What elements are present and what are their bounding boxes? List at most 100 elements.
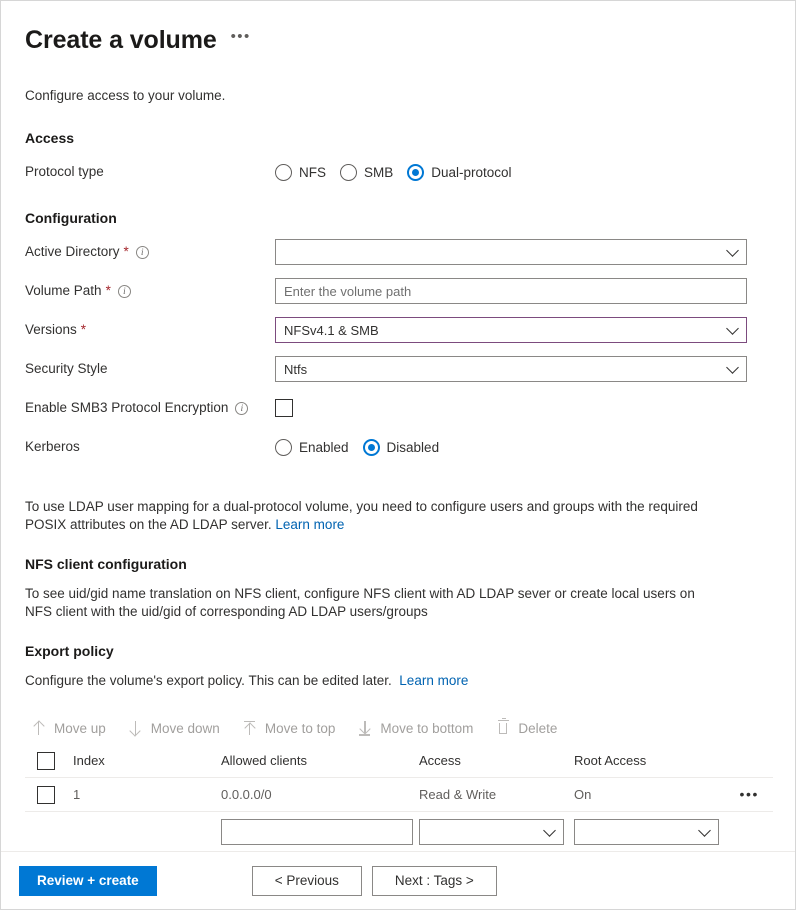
new-row-access-dropdown[interactable] xyxy=(419,818,564,845)
security-style-dropdown[interactable]: Ntfs xyxy=(275,356,747,382)
move-to-bottom-label: Move to bottom xyxy=(380,720,474,736)
radio-circle-icon xyxy=(340,163,357,181)
radio-circle-selected-icon xyxy=(407,163,425,181)
move-down-label: Move down xyxy=(150,720,220,736)
more-options-icon[interactable]: ••• xyxy=(231,29,251,49)
move-down-button[interactable]: Move down xyxy=(128,720,220,736)
create-volume-blade: Create a volume ••• Configure access to … xyxy=(0,0,796,910)
row-actions-cell: ••• xyxy=(724,786,773,804)
versions-value: NFSv4.1 & SMB xyxy=(284,322,379,338)
volume-path-label: Volume Path xyxy=(25,283,102,298)
previous-button[interactable]: < Previous xyxy=(251,865,362,896)
new-row-allowed-clients-input[interactable] xyxy=(221,818,413,845)
column-header-index: Index xyxy=(73,753,105,768)
protocol-type-control: NFS SMB Dual-protocol xyxy=(275,163,771,181)
protocol-type-label-wrap: Protocol type xyxy=(25,163,275,181)
delete-button[interactable]: Delete xyxy=(495,717,558,736)
section-export-policy-title: Export policy xyxy=(25,643,114,659)
column-header-allowed-clients: Allowed clients xyxy=(221,753,307,768)
radio-protocol-nfs[interactable]: NFS xyxy=(275,163,326,181)
column-header-access: Access xyxy=(419,753,461,768)
section-configuration-title: Configuration xyxy=(25,210,117,226)
versions-control: NFSv4.1 & SMB xyxy=(275,317,771,343)
kerberos-radio-group: Enabled Disabled xyxy=(275,438,771,456)
versions-label-wrap: Versions * xyxy=(25,321,275,339)
ldap-learn-more-link[interactable]: Learn more xyxy=(275,517,344,532)
info-icon[interactable]: i xyxy=(117,284,131,298)
required-asterisk: * xyxy=(105,283,111,298)
export-policy-learn-more-link[interactable]: Learn more xyxy=(399,673,468,688)
chevron-down-icon xyxy=(698,823,711,837)
smb3-encryption-control xyxy=(275,399,771,417)
required-asterisk: * xyxy=(123,244,129,259)
export-policy-table: Index Allowed clients Access Root Access… xyxy=(25,744,773,852)
radio-label: SMB xyxy=(364,164,394,180)
page-title: Create a volume xyxy=(25,26,217,54)
arrow-to-bottom-icon xyxy=(357,720,373,736)
kerberos-label: Kerberos xyxy=(25,439,80,454)
active-directory-row: Active Directory * i xyxy=(25,239,771,265)
volume-path-control: Enter the volume path xyxy=(275,278,771,304)
move-to-top-label: Move to top xyxy=(264,720,336,736)
section-access-title: Access xyxy=(25,130,75,146)
radio-label: Dual-protocol xyxy=(431,164,512,180)
radio-label: Disabled xyxy=(386,439,440,455)
move-up-button[interactable]: Move up xyxy=(31,720,106,736)
next-tags-button[interactable]: Next : Tags > xyxy=(371,865,497,896)
radio-circle-selected-icon xyxy=(362,438,380,456)
versions-dropdown[interactable]: NFSv4.1 & SMB xyxy=(275,317,747,343)
required-asterisk: * xyxy=(80,322,87,337)
blade-body: Configure access to your volume. Access … xyxy=(1,87,795,852)
select-all-checkbox[interactable] xyxy=(37,751,55,770)
move-to-top-button[interactable]: Move to top xyxy=(242,720,336,736)
row-checkbox[interactable] xyxy=(37,785,55,804)
smb3-encryption-row: Enable SMB3 Protocol Encryption i xyxy=(25,395,771,421)
arrow-down-icon xyxy=(128,720,144,736)
volume-path-placeholder: Enter the volume path xyxy=(284,283,412,299)
export-policy-toolbar: Move up Move down Move to top Move to bo… xyxy=(25,712,771,744)
kerberos-label-wrap: Kerberos xyxy=(25,438,275,456)
new-row-allowed-clients-cell xyxy=(221,818,419,845)
smb3-encryption-checkbox[interactable] xyxy=(275,399,293,417)
export-policy-note: Configure the volume's export policy. Th… xyxy=(25,672,725,690)
radio-kerberos-enabled[interactable]: Enabled xyxy=(275,438,349,456)
table-row: 1 0.0.0.0/0 Read & Write On ••• xyxy=(25,778,773,812)
active-directory-label-wrap: Active Directory * i xyxy=(25,243,275,261)
radio-protocol-smb[interactable]: SMB xyxy=(340,163,394,181)
info-icon[interactable]: i xyxy=(135,245,149,259)
review-create-button[interactable]: Review + create xyxy=(19,865,157,896)
nfs-client-text: To see uid/gid name translation on NFS c… xyxy=(25,586,695,619)
security-style-value: Ntfs xyxy=(284,361,308,377)
kerberos-row: Kerberos Enabled Disabled xyxy=(25,434,771,460)
select-all-cell xyxy=(25,751,73,770)
security-style-control: Ntfs xyxy=(275,356,771,382)
new-row-access-cell xyxy=(419,818,574,845)
info-icon[interactable]: i xyxy=(235,401,249,415)
cell-access: Read & Write xyxy=(419,787,497,802)
protocol-type-label: Protocol type xyxy=(25,164,104,179)
volume-path-input[interactable]: Enter the volume path xyxy=(275,278,747,304)
active-directory-dropdown[interactable] xyxy=(275,239,747,265)
radio-kerberos-disabled[interactable]: Disabled xyxy=(362,438,440,456)
chevron-down-icon xyxy=(726,361,739,374)
radio-label: Enabled xyxy=(299,439,349,455)
ldap-note: To use LDAP user mapping for a dual-prot… xyxy=(25,498,725,534)
protocol-type-row: Protocol type NFS SMB Dual-protocol xyxy=(25,159,771,185)
protocol-type-radio-group: NFS SMB Dual-protocol xyxy=(275,163,771,181)
move-to-bottom-button[interactable]: Move to bottom xyxy=(357,720,473,736)
delete-label: Delete xyxy=(518,720,558,736)
arrow-up-icon xyxy=(31,720,47,736)
blade-header: Create a volume ••• xyxy=(1,1,795,63)
security-style-label-wrap: Security Style xyxy=(25,360,275,378)
new-row-root-access-dropdown[interactable] xyxy=(574,818,719,845)
versions-row: Versions * NFSv4.1 & SMB xyxy=(25,317,771,343)
cell-allowed-clients: 0.0.0.0/0 xyxy=(221,787,272,802)
smb3-encryption-label-wrap: Enable SMB3 Protocol Encryption i xyxy=(25,399,275,417)
row-context-menu-icon[interactable]: ••• xyxy=(739,787,759,801)
smb3-encryption-label: Enable SMB3 Protocol Encryption xyxy=(25,400,229,415)
radio-protocol-dual[interactable]: Dual-protocol xyxy=(407,163,512,181)
cell-index: 1 xyxy=(73,787,81,802)
table-header-row: Index Allowed clients Access Root Access xyxy=(25,744,773,778)
arrow-to-top-icon xyxy=(242,720,258,736)
intro-text: Configure access to your volume. xyxy=(25,88,226,103)
